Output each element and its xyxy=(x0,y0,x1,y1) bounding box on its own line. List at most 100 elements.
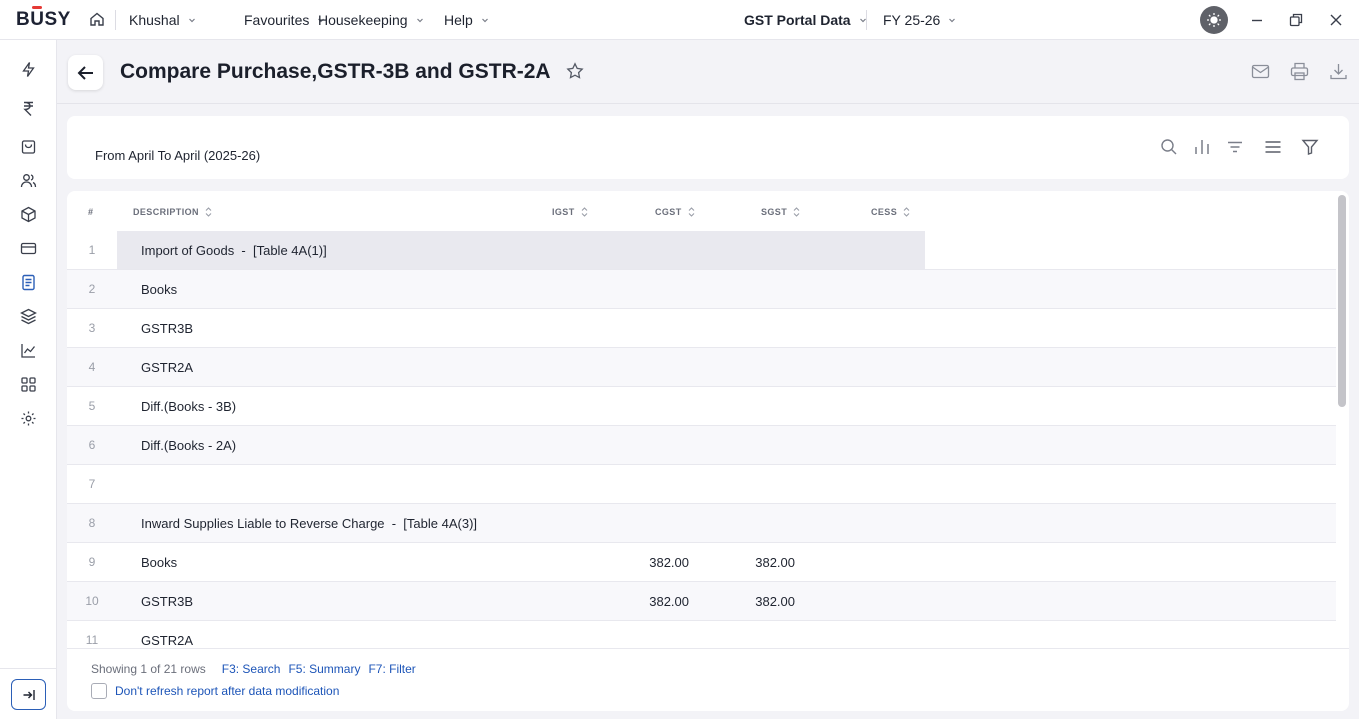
row-sgst-value: 382.00 xyxy=(755,555,795,570)
row-number: 2 xyxy=(88,282,96,296)
row-description: GSTR2A xyxy=(141,633,194,648)
row-description: GSTR3B xyxy=(141,321,194,336)
row-count-label: Showing 1 of 21 rows xyxy=(91,662,206,676)
chevron-down-icon xyxy=(481,18,488,23)
row-number: 9 xyxy=(88,555,96,569)
home-icon[interactable] xyxy=(89,11,105,27)
star-icon[interactable] xyxy=(566,62,584,80)
table-row[interactable]: 2 Books xyxy=(67,270,1336,309)
divider xyxy=(115,10,116,30)
table-row[interactable]: 6 Diff.(Books - 2A) xyxy=(67,426,1336,465)
vertical-scrollbar[interactable] xyxy=(1338,195,1346,407)
row-cgst-value: 382.00 xyxy=(649,555,689,570)
row-number: 1 xyxy=(88,243,96,257)
menu-favourites[interactable]: Favourites xyxy=(244,12,325,28)
arrow-left-icon xyxy=(77,65,93,80)
back-button[interactable] xyxy=(68,55,103,90)
row-description: Books xyxy=(141,555,178,570)
search-shortcut-link[interactable]: F3: Search xyxy=(222,662,281,676)
lightning-icon[interactable] xyxy=(20,61,37,78)
shopping-bag-icon[interactable] xyxy=(20,138,37,155)
row-number: 8 xyxy=(88,516,96,530)
rupee-icon[interactable] xyxy=(20,100,37,117)
chevron-down-icon xyxy=(188,18,195,23)
divider xyxy=(57,103,1359,104)
no-refresh-label[interactable]: Don't refresh report after data modifica… xyxy=(115,684,339,698)
no-refresh-checkbox[interactable] xyxy=(91,683,107,699)
restore-icon[interactable] xyxy=(1288,12,1304,28)
row-number: 5 xyxy=(88,399,96,413)
top-bar: BUSY Khushal Favourites Housekeeping Hel… xyxy=(0,0,1359,40)
close-icon[interactable] xyxy=(1328,12,1344,28)
filter-shortcut-link[interactable]: F7: Filter xyxy=(368,662,415,676)
sun-icon xyxy=(1207,13,1221,27)
divider xyxy=(67,648,1349,649)
sort-icon xyxy=(903,207,910,217)
row-description: Diff.(Books - 3B) xyxy=(141,399,237,414)
table-row[interactable]: 7 xyxy=(67,465,1336,504)
print-icon[interactable] xyxy=(1290,62,1309,81)
divider xyxy=(866,10,867,30)
row-cgst-value: 382.00 xyxy=(649,594,689,609)
table-row[interactable]: 5 Diff.(Books - 3B) xyxy=(67,387,1336,426)
column-header-number: # xyxy=(88,207,94,217)
row-number: 4 xyxy=(88,360,96,374)
chevron-down-icon xyxy=(416,18,423,23)
menu-housekeeping[interactable]: Housekeeping xyxy=(318,12,424,28)
card-icon[interactable] xyxy=(20,240,37,257)
date-range-label: From April To April (2025-26) xyxy=(95,148,261,163)
divider xyxy=(0,668,57,669)
cube-icon[interactable] xyxy=(20,206,37,223)
download-icon[interactable] xyxy=(1329,62,1348,81)
table-row[interactable]: 9 Books 382.00 382.00 xyxy=(67,543,1336,582)
row-number: 3 xyxy=(88,321,96,335)
financial-year-select[interactable]: FY 25-26 xyxy=(883,12,956,28)
sort-icon xyxy=(793,207,800,217)
menu-lines-icon[interactable] xyxy=(1264,138,1282,156)
grid-icon[interactable] xyxy=(20,376,37,393)
menu-help[interactable]: Help xyxy=(444,12,489,28)
gst-portal-data-menu[interactable]: GST Portal Data xyxy=(744,12,867,28)
column-header-description[interactable]: DESCRIPTION xyxy=(133,207,212,217)
mail-icon[interactable] xyxy=(1251,62,1270,81)
report-table: # DESCRIPTION IGST CGST SGST CESS 1 Impor… xyxy=(67,191,1349,711)
table-row[interactable]: 8 Inward Supplies Liable to Reverse Charg… xyxy=(67,504,1336,543)
row-number: 10 xyxy=(85,594,99,608)
row-description: Inward Supplies Liable to Reverse Charge… xyxy=(141,516,478,531)
column-header-sgst[interactable]: SGST xyxy=(761,207,800,217)
refresh-option[interactable]: Don't refresh report after data modifica… xyxy=(91,683,339,699)
row-description: Books xyxy=(141,282,178,297)
row-description: GSTR3B xyxy=(141,594,194,609)
table-row[interactable]: 10 GSTR3B 382.00 382.00 xyxy=(67,582,1336,621)
users-icon[interactable] xyxy=(20,172,37,189)
column-header-cess[interactable]: CESS xyxy=(871,207,910,217)
bar-chart-icon[interactable] xyxy=(1193,138,1211,156)
minimize-icon[interactable] xyxy=(1249,12,1265,28)
table-row[interactable]: 3 GSTR3B xyxy=(67,309,1336,348)
gear-icon[interactable] xyxy=(20,410,37,427)
row-description: Diff.(Books - 2A) xyxy=(141,438,237,453)
column-header-igst[interactable]: IGST xyxy=(552,207,588,217)
layers-icon[interactable] xyxy=(20,308,37,325)
filter-icon[interactable] xyxy=(1301,138,1319,156)
menu-user[interactable]: Khushal xyxy=(129,12,196,28)
left-sidebar xyxy=(0,40,57,719)
search-icon[interactable] xyxy=(1160,138,1178,156)
expand-sidebar-button[interactable] xyxy=(11,679,46,710)
summary-shortcut-link[interactable]: F5: Summary xyxy=(288,662,360,676)
table-row[interactable]: 11 GSTR2A xyxy=(67,621,1336,648)
busy-logo[interactable]: BUSY xyxy=(16,9,71,31)
table-body: 1 Import of Goods - [Table 4A(1)] 2 Books 3 G… xyxy=(67,231,1336,648)
line-chart-icon[interactable] xyxy=(20,342,37,359)
table-row[interactable]: 4 GSTR2A xyxy=(67,348,1336,387)
table-row[interactable]: 1 Import of Goods - [Table 4A(1)] xyxy=(67,231,1336,270)
theme-toggle-button[interactable] xyxy=(1200,6,1228,34)
row-sgst-value: 382.00 xyxy=(755,594,795,609)
column-header-cgst[interactable]: CGST xyxy=(655,207,695,217)
table-footer: Showing 1 of 21 rows F3: Search F5: Summ… xyxy=(91,662,416,676)
chevron-down-icon xyxy=(949,18,956,23)
report-icon[interactable] xyxy=(20,274,37,291)
row-number: 7 xyxy=(88,477,96,491)
row-description: Import of Goods - [Table 4A(1)] xyxy=(141,243,327,258)
sort-lines-icon[interactable] xyxy=(1226,138,1244,156)
